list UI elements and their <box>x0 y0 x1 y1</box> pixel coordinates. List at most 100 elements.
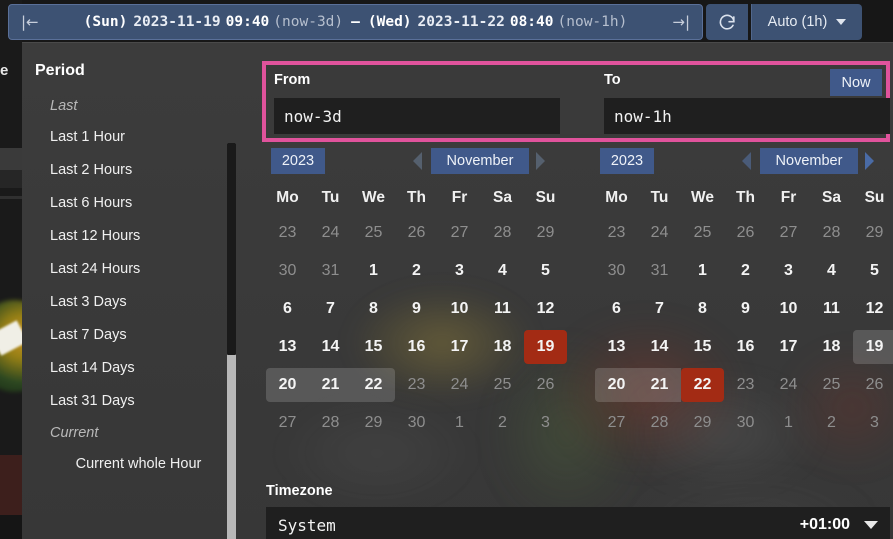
calendar-day-cell[interactable]: 29 <box>352 404 395 442</box>
calendar-day-cell[interactable]: 30 <box>266 252 309 290</box>
calendar-day-cell[interactable]: 2 <box>395 252 438 290</box>
calendar-day-cell[interactable]: 21 <box>638 366 681 404</box>
calendar-day-cell[interactable]: 21 <box>309 366 352 404</box>
refresh-button[interactable] <box>706 4 748 40</box>
calendar-day-cell[interactable]: 25 <box>352 214 395 252</box>
calendar-day-cell[interactable]: 26 <box>524 366 567 404</box>
calendar-day-cell[interactable]: 29 <box>681 404 724 442</box>
timezone-select[interactable]: System +01:00 <box>266 507 890 539</box>
calendar-day-cell[interactable]: 11 <box>810 290 853 328</box>
calendar-day-cell[interactable]: 16 <box>395 328 438 366</box>
calendar-day-cell[interactable]: 6 <box>266 290 309 328</box>
sidebar-scrollbar-thumb[interactable] <box>227 143 236 355</box>
from-calendar-month-button[interactable]: November <box>431 148 529 174</box>
period-item-current-whole-hour[interactable]: Current whole Hour <box>22 448 210 481</box>
period-item-last-2-hours[interactable]: Last 2 Hours <box>22 154 210 187</box>
calendar-day-cell[interactable]: 27 <box>266 404 309 442</box>
calendar-day-cell[interactable]: 2 <box>481 404 524 442</box>
calendar-day-cell[interactable]: 27 <box>767 214 810 252</box>
period-item-last-3-days[interactable]: Last 3 Days <box>22 286 210 319</box>
calendar-day-cell[interactable]: 18 <box>481 328 524 366</box>
calendar-day-cell[interactable]: 31 <box>638 252 681 290</box>
period-item-last-1-hour[interactable]: Last 1 Hour <box>22 121 210 154</box>
calendar-day-cell[interactable]: 24 <box>638 214 681 252</box>
period-item-last-6-hours[interactable]: Last 6 Hours <box>22 187 210 220</box>
calendar-day-cell[interactable]: 14 <box>638 328 681 366</box>
from-input[interactable]: now-3d <box>274 98 560 134</box>
calendar-day-cell[interactable]: 19 <box>524 328 567 366</box>
calendar-day-cell[interactable]: 28 <box>309 404 352 442</box>
calendar-day-cell[interactable]: 26 <box>724 214 767 252</box>
calendar-day-cell[interactable]: 3 <box>524 404 567 442</box>
calendar-day-cell[interactable]: 24 <box>767 366 810 404</box>
jump-to-end-icon[interactable]: →| <box>668 13 694 31</box>
calendar-day-cell[interactable]: 5 <box>524 252 567 290</box>
calendar-day-cell[interactable]: 22 <box>681 366 724 404</box>
now-button[interactable]: Now <box>830 69 882 96</box>
period-item-last-31-days[interactable]: Last 31 Days <box>22 385 210 418</box>
calendar-day-cell[interactable]: 4 <box>481 252 524 290</box>
calendar-day-cell[interactable]: 30 <box>395 404 438 442</box>
calendar-day-cell[interactable]: 3 <box>853 404 893 442</box>
calendar-day-cell[interactable]: 19 <box>853 328 893 366</box>
calendar-day-cell[interactable]: 2 <box>810 404 853 442</box>
to-calendar-next-month-icon[interactable] <box>865 152 874 170</box>
calendar-day-cell[interactable]: 6 <box>595 290 638 328</box>
calendar-day-cell[interactable]: 12 <box>524 290 567 328</box>
calendar-day-cell[interactable]: 11 <box>481 290 524 328</box>
from-calendar-prev-month-icon[interactable] <box>413 152 422 170</box>
calendar-day-cell[interactable]: 10 <box>438 290 481 328</box>
calendar-day-cell[interactable]: 29 <box>853 214 893 252</box>
jump-to-start-icon[interactable]: |← <box>17 13 43 31</box>
calendar-day-cell[interactable]: 24 <box>438 366 481 404</box>
calendar-day-cell[interactable]: 8 <box>681 290 724 328</box>
calendar-day-cell[interactable]: 17 <box>767 328 810 366</box>
calendar-day-cell[interactable]: 22 <box>352 366 395 404</box>
calendar-day-cell[interactable]: 31 <box>309 252 352 290</box>
calendar-day-cell[interactable]: 30 <box>595 252 638 290</box>
calendar-day-cell[interactable]: 10 <box>767 290 810 328</box>
calendar-day-cell[interactable]: 29 <box>524 214 567 252</box>
to-calendar-year-button[interactable]: 2023 <box>600 148 654 174</box>
calendar-day-cell[interactable]: 15 <box>352 328 395 366</box>
auto-refresh-dropdown[interactable]: Auto (1h) <box>751 4 862 40</box>
from-calendar-next-month-icon[interactable] <box>536 152 545 170</box>
calendar-day-cell[interactable]: 12 <box>853 290 893 328</box>
calendar-day-cell[interactable]: 8 <box>352 290 395 328</box>
calendar-day-cell[interactable]: 4 <box>810 252 853 290</box>
period-item-last-7-days[interactable]: Last 7 Days <box>22 319 210 352</box>
calendar-day-cell[interactable]: 28 <box>481 214 524 252</box>
calendar-day-cell[interactable]: 5 <box>853 252 893 290</box>
calendar-day-cell[interactable]: 17 <box>438 328 481 366</box>
time-range-display-button[interactable]: |← (Sun) 2023-11-19 09:40 (now-3d) – (We… <box>8 4 703 40</box>
calendar-day-cell[interactable]: 1 <box>767 404 810 442</box>
period-item-last-12-hours[interactable]: Last 12 Hours <box>22 220 210 253</box>
calendar-day-cell[interactable]: 28 <box>638 404 681 442</box>
calendar-day-cell[interactable]: 7 <box>638 290 681 328</box>
from-calendar-year-button[interactable]: 2023 <box>271 148 325 174</box>
calendar-day-cell[interactable]: 1 <box>352 252 395 290</box>
calendar-day-cell[interactable]: 2 <box>724 252 767 290</box>
calendar-day-cell[interactable]: 9 <box>395 290 438 328</box>
period-item-last-14-days[interactable]: Last 14 Days <box>22 352 210 385</box>
calendar-day-cell[interactable]: 1 <box>681 252 724 290</box>
calendar-day-cell[interactable]: 23 <box>724 366 767 404</box>
to-calendar-prev-month-icon[interactable] <box>742 152 751 170</box>
calendar-day-cell[interactable]: 23 <box>266 214 309 252</box>
calendar-day-cell[interactable]: 30 <box>724 404 767 442</box>
calendar-day-cell[interactable]: 26 <box>395 214 438 252</box>
calendar-day-cell[interactable]: 15 <box>681 328 724 366</box>
calendar-day-cell[interactable]: 23 <box>395 366 438 404</box>
calendar-day-cell[interactable]: 20 <box>595 366 638 404</box>
calendar-day-cell[interactable]: 26 <box>853 366 893 404</box>
calendar-day-cell[interactable]: 25 <box>810 366 853 404</box>
calendar-day-cell[interactable]: 14 <box>309 328 352 366</box>
calendar-day-cell[interactable]: 27 <box>595 404 638 442</box>
calendar-day-cell[interactable]: 20 <box>266 366 309 404</box>
calendar-day-cell[interactable]: 3 <box>438 252 481 290</box>
calendar-day-cell[interactable]: 24 <box>309 214 352 252</box>
calendar-day-cell[interactable]: 16 <box>724 328 767 366</box>
calendar-day-cell[interactable]: 1 <box>438 404 481 442</box>
calendar-day-cell[interactable]: 13 <box>595 328 638 366</box>
to-calendar-month-button[interactable]: November <box>760 148 858 174</box>
